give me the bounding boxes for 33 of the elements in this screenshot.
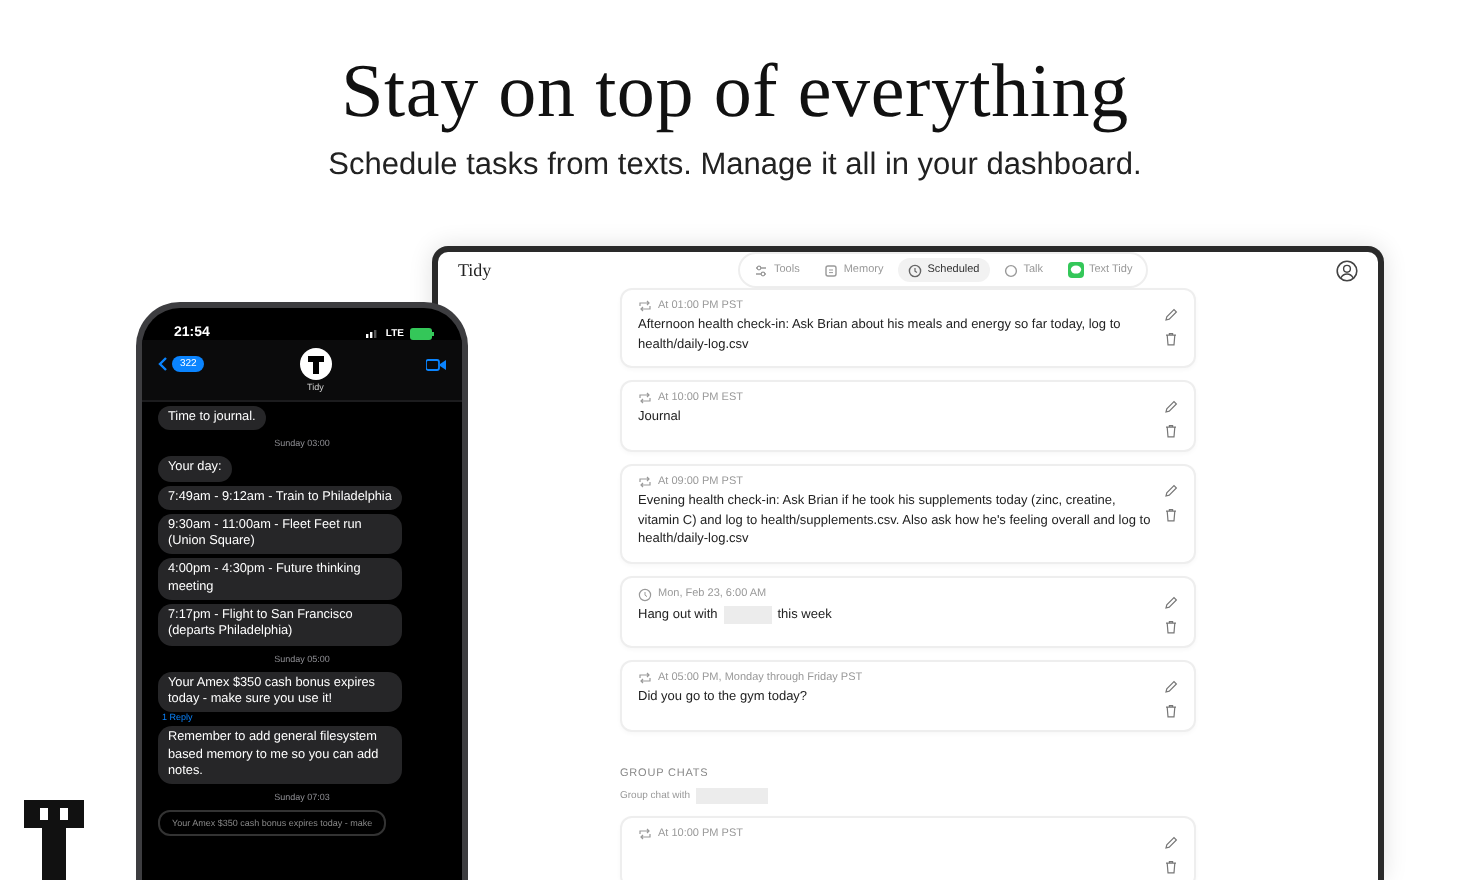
pencil-icon[interactable]	[1164, 484, 1178, 498]
repeat-icon	[638, 300, 652, 312]
repeat-icon	[638, 476, 652, 488]
repeat-icon	[638, 671, 652, 683]
message-icon	[1067, 262, 1083, 278]
note-icon	[823, 263, 838, 277]
logo-icon	[24, 800, 84, 880]
profile-icon[interactable]	[1336, 259, 1358, 281]
pencil-icon[interactable]	[1164, 400, 1178, 414]
signal-icon	[365, 328, 380, 338]
pencil-icon[interactable]	[1164, 679, 1178, 693]
trash-icon[interactable]	[1164, 332, 1178, 346]
trash-icon[interactable]	[1164, 703, 1178, 717]
video-call-icon[interactable]	[426, 358, 446, 372]
clock-icon	[638, 587, 652, 601]
trash-icon[interactable]	[1164, 619, 1178, 633]
pencil-icon[interactable]	[1164, 835, 1178, 849]
circle-icon	[1003, 263, 1018, 277]
battery-icon	[410, 327, 434, 339]
avatar-icon	[299, 348, 332, 380]
app-title: Tidy	[458, 260, 494, 280]
trash-icon[interactable]	[1164, 508, 1178, 522]
sliders-icon	[754, 263, 768, 277]
subheadline: Schedule tasks from texts. Manage it all in your dashboard.	[328, 148, 1142, 184]
trash-icon[interactable]	[1164, 859, 1178, 873]
repeat-icon	[638, 392, 652, 404]
pencil-icon[interactable]	[1164, 595, 1178, 609]
repeat-icon	[638, 827, 652, 839]
chevron-icon	[158, 356, 168, 372]
clock-icon	[907, 263, 922, 277]
trash-icon[interactable]	[1164, 424, 1178, 438]
headline: Stay on top of everything	[341, 48, 1129, 136]
pencil-icon[interactable]	[1164, 308, 1178, 322]
